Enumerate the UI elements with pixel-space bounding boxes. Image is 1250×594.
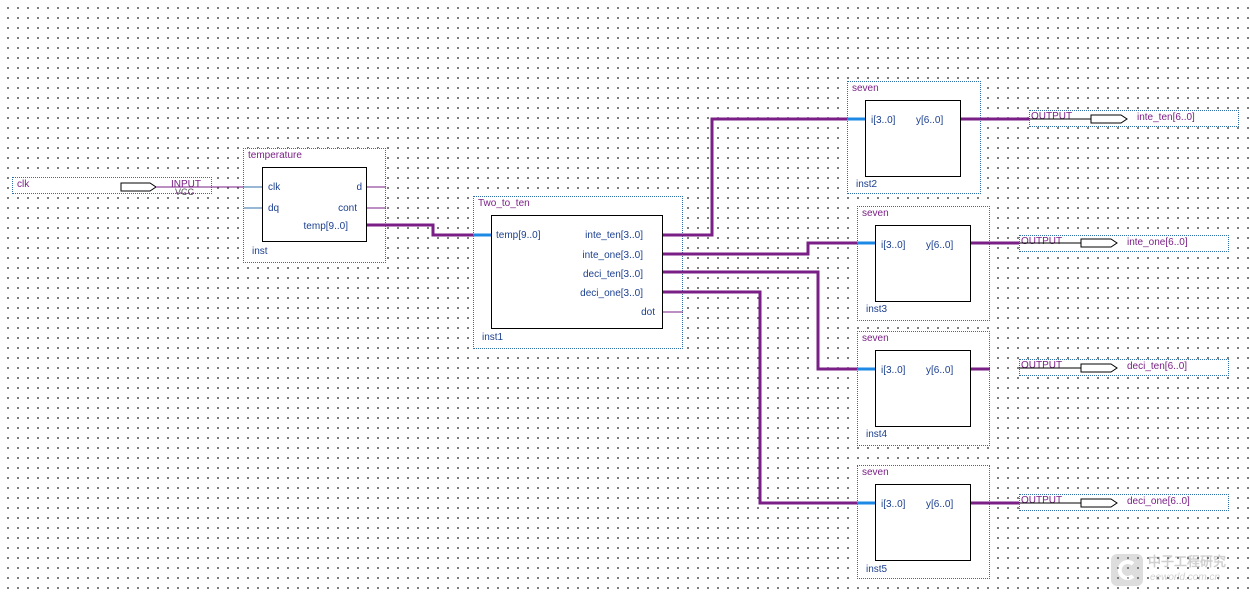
bus-deci-one — [663, 290, 875, 505]
output-pin-inte-one-symbol — [1080, 238, 1118, 248]
watermark-line2: eeworld.com.cn — [1150, 572, 1221, 583]
c-logo-icon — [1111, 554, 1143, 586]
input-pin-clk-symbol — [120, 182, 157, 192]
schematic-canvas[interactable]: clk INPUT VCC temperature clk dq d cont … — [0, 0, 1250, 594]
bus-inte-ten — [663, 117, 865, 237]
bus-temp — [367, 223, 491, 237]
bus-deci-ten — [663, 270, 875, 371]
output-pin-inte-ten-symbol — [1090, 114, 1128, 124]
output-pin-deci-ten-symbol — [1080, 363, 1118, 373]
watermark-line1: 中子工程研究 — [1148, 554, 1227, 569]
wiring-layer — [120, 114, 1128, 508]
bus-inte-one — [663, 241, 875, 256]
output-pin-deci-one-symbol — [1080, 498, 1118, 508]
watermark: 中子工程研究 eeworld.com.cn — [1110, 552, 1242, 588]
